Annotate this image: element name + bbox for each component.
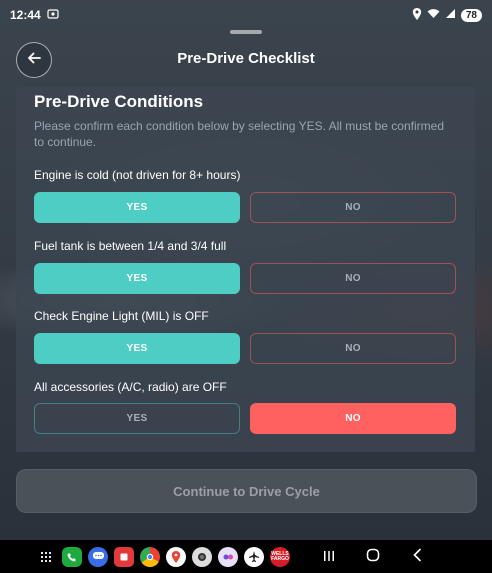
maps-icon[interactable] — [166, 546, 186, 567]
condition-label-mil: Check Engine Light (MIL) is OFF — [34, 309, 209, 323]
status-bar: 12:44 78 — [0, 0, 492, 30]
app-icon[interactable] — [218, 546, 238, 567]
location-icon — [412, 7, 422, 23]
battery-badge: 78 — [460, 8, 482, 22]
conditions-card: Pre-Drive Conditions Please confirm each… — [16, 87, 475, 452]
recents-icon[interactable] — [310, 549, 348, 565]
navigation-bar: WELLS FARGO — [0, 540, 492, 573]
plane-icon[interactable] — [244, 546, 264, 567]
page-title: Pre-Drive Checklist — [177, 50, 315, 67]
mil-no-button[interactable]: NO — [250, 333, 456, 364]
engine-cold-yes-button[interactable]: YES — [34, 192, 240, 223]
bank-icon[interactable]: WELLS FARGO — [270, 546, 290, 567]
chrome-icon[interactable] — [140, 546, 160, 567]
card-title: Pre-Drive Conditions — [34, 92, 204, 111]
wifi-icon — [427, 8, 440, 22]
sheet-grabber[interactable] — [230, 30, 262, 34]
phone-icon[interactable] — [62, 546, 82, 567]
accessories-no-button[interactable]: NO — [250, 403, 456, 434]
condition-label-engine-cold: Engine is cold (not driven for 8+ hours) — [34, 168, 241, 182]
signal-icon — [445, 8, 456, 22]
status-time: 12:44 — [10, 8, 41, 22]
camera-icon[interactable] — [192, 546, 212, 567]
continue-button[interactable]: Continue to Drive Cycle — [16, 469, 477, 513]
fuel-tank-yes-button[interactable]: YES — [34, 263, 240, 294]
condition-label-accessories: All accessories (A/C, radio) are OFF — [34, 380, 227, 394]
sticker-icon[interactable] — [114, 546, 134, 567]
apps-grid-icon[interactable] — [36, 547, 56, 567]
home-icon[interactable] — [354, 548, 392, 565]
condition-label-fuel-tank: Fuel tank is between 1/4 and 3/4 full — [34, 239, 227, 253]
mil-yes-button[interactable]: YES — [34, 333, 240, 364]
messages-icon[interactable] — [88, 546, 108, 567]
back-nav-icon[interactable] — [398, 548, 436, 565]
card-description: Please confirm each condition below by s… — [34, 119, 444, 149]
engine-cold-no-button[interactable]: NO — [250, 192, 456, 223]
screenshot-icon — [47, 8, 59, 23]
fuel-tank-no-button[interactable]: NO — [250, 263, 456, 294]
accessories-yes-button[interactable]: YES — [34, 403, 240, 434]
